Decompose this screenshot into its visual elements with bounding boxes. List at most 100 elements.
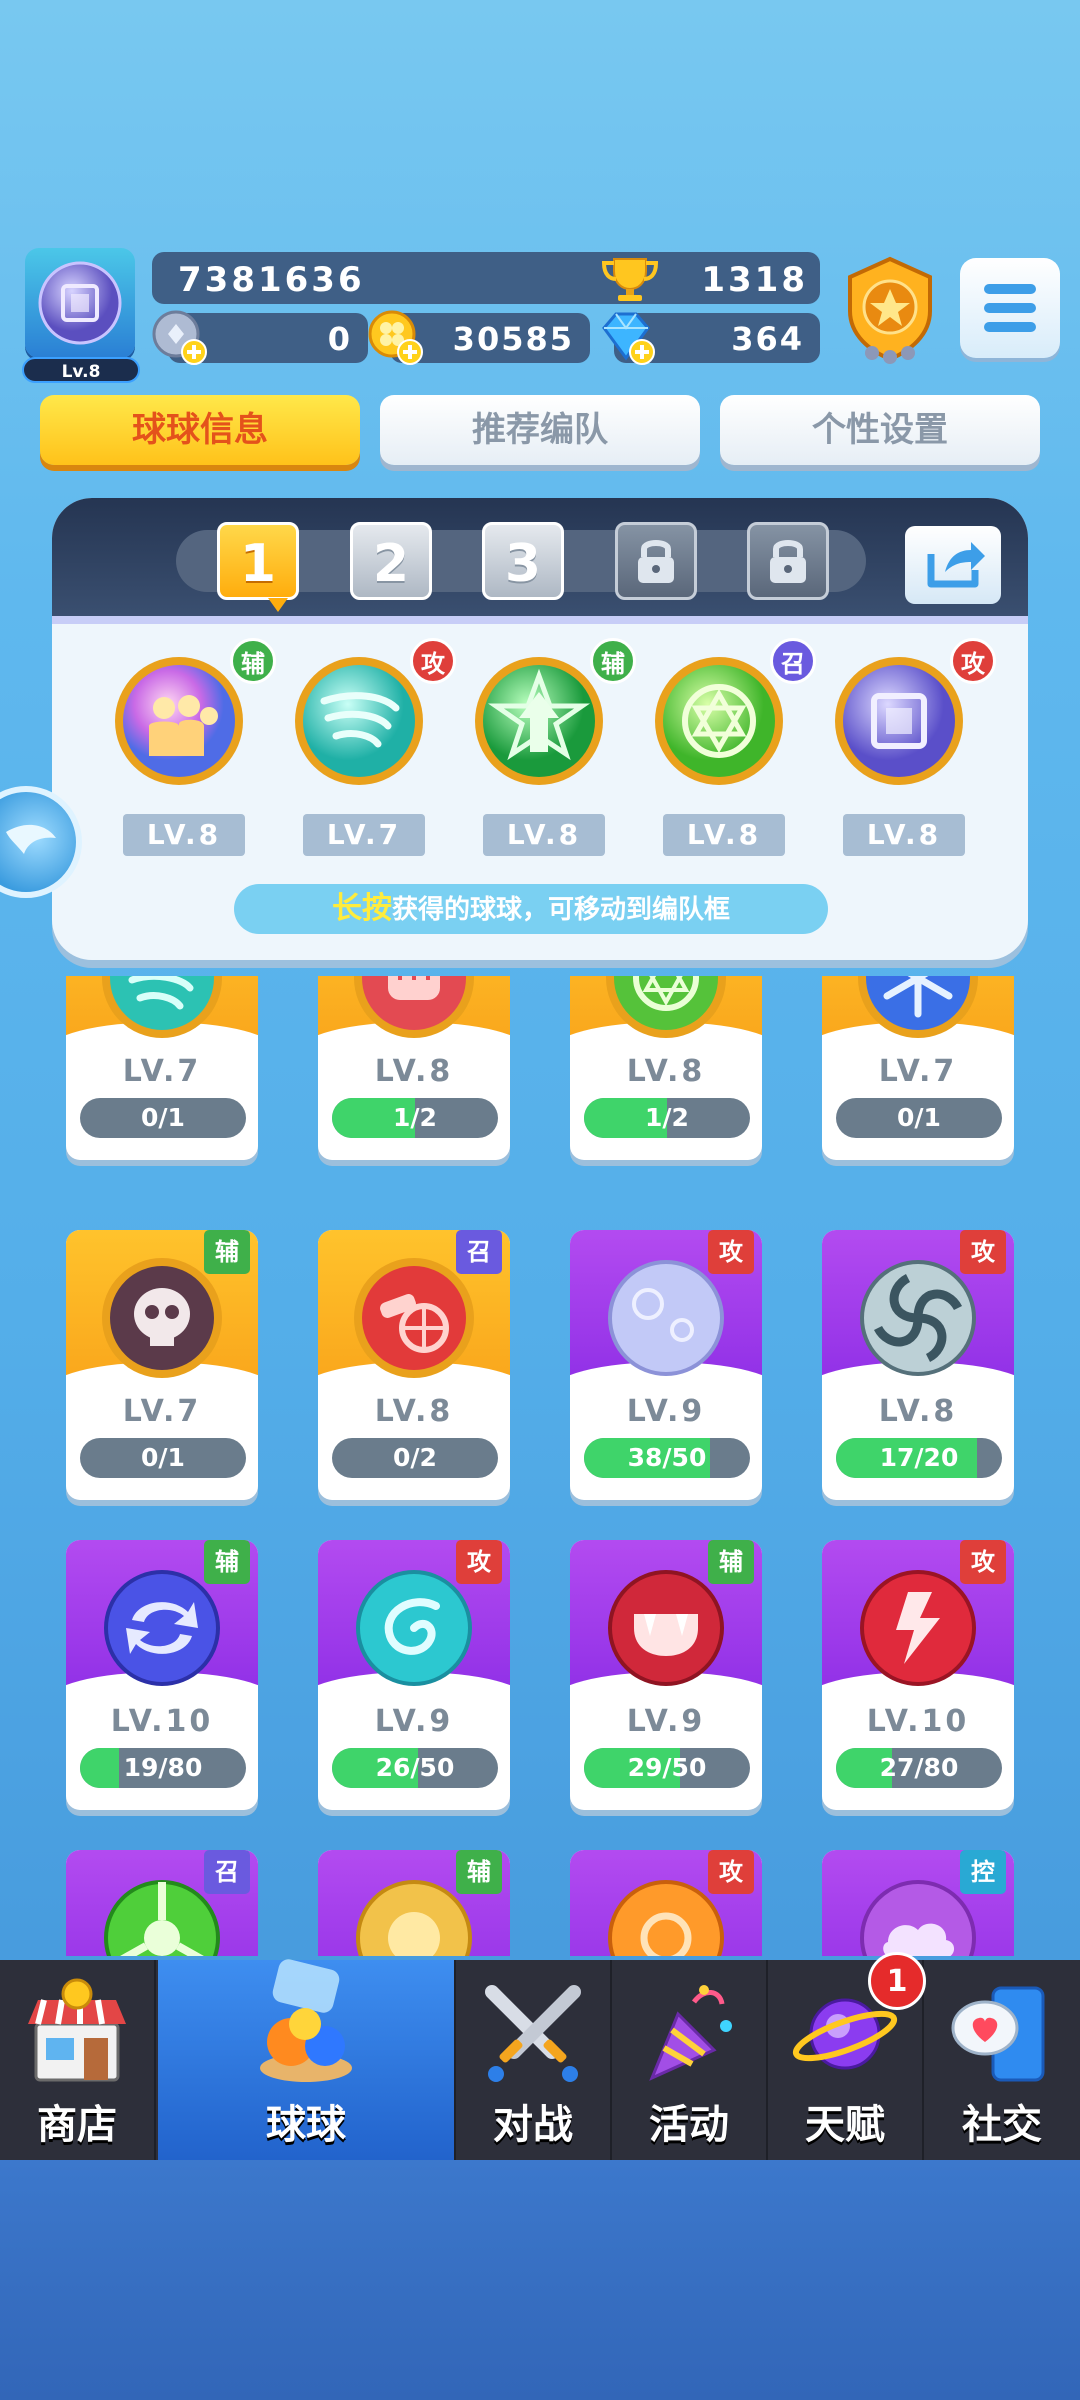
tab-ball-info[interactable]: 球球信息: [40, 395, 360, 465]
ball-card[interactable]: 攻 LV.9 26/50: [318, 1540, 510, 1810]
card-tag: 攻: [708, 1850, 754, 1894]
card-tag: 攻: [708, 1230, 754, 1274]
card-level: LV.9: [374, 1704, 454, 1739]
card-level: LV.10: [866, 1704, 970, 1739]
silver-coin-plus-icon[interactable]: [150, 306, 210, 368]
balls-jar-icon: [260, 1959, 352, 2082]
nav-shop[interactable]: 商店: [0, 1960, 156, 2160]
shop-icon: [28, 1978, 126, 2082]
team-ball-2-tag: 攻: [410, 638, 456, 684]
bottom-background: [0, 2160, 1080, 2400]
card-tag: 召: [456, 1230, 502, 1274]
card-progress: 26/50: [332, 1748, 498, 1788]
menu-button[interactable]: [960, 258, 1060, 358]
ball-card[interactable]: LV.8 1/2: [318, 976, 510, 1160]
lock-icon: [638, 540, 674, 583]
nav-events-label: 活动: [649, 2102, 729, 2148]
formation-header: 1 2 3: [52, 498, 1028, 624]
ball-card[interactable]: 召: [66, 1850, 258, 1956]
team-ball-5-tag: 攻: [950, 638, 996, 684]
side-float-button[interactable]: [0, 786, 82, 898]
hint-highlight: 长按: [331, 891, 392, 926]
gem-value: 364: [731, 320, 804, 358]
ball-card[interactable]: 辅: [318, 1850, 510, 1956]
nav-social[interactable]: 社交: [924, 1960, 1080, 2160]
card-progress: 1/2: [332, 1098, 498, 1138]
card-progress: 27/80: [836, 1748, 1002, 1788]
ball-card[interactable]: 攻 LV.9 38/50: [570, 1230, 762, 1500]
card-tag: 辅: [204, 1230, 250, 1274]
team-ball-3-level: LV.8: [483, 814, 605, 856]
card-tag: 辅: [204, 1540, 250, 1584]
ball-card[interactable]: LV.7 0/1: [66, 976, 258, 1160]
ball-card[interactable]: 攻 LV.10 27/80: [822, 1540, 1014, 1810]
formation-slot-3[interactable]: 3: [482, 522, 564, 600]
trophy-count: 1318: [701, 260, 808, 300]
ball-card[interactable]: 辅 LV.10 19/80: [66, 1540, 258, 1810]
share-icon: [927, 542, 985, 588]
crossed-swords-icon: [485, 1985, 581, 2082]
nav-shop-label: 商店: [37, 2102, 117, 2148]
ball-card[interactable]: 辅 LV.9 29/50: [570, 1540, 762, 1810]
social-chat-icon: [951, 1986, 1045, 2082]
tab-personal-settings[interactable]: 个性设置: [720, 395, 1040, 465]
avatar-ball-icon: [38, 261, 122, 345]
fist-ball-icon: [354, 976, 474, 1038]
ball-card[interactable]: LV.8 1/2: [570, 976, 762, 1160]
team-ball-4-tag: 召: [770, 638, 816, 684]
card-level: LV.8: [374, 1394, 454, 1429]
card-progress: 19/80: [80, 1748, 246, 1788]
formation-slot-locked-4[interactable]: [615, 522, 697, 600]
ball-card[interactable]: 控: [822, 1850, 1014, 1956]
ball-card[interactable]: LV.7 0/1: [822, 976, 1014, 1160]
card-tag: 攻: [960, 1230, 1006, 1274]
side-float-icon: [6, 824, 56, 854]
ball-card[interactable]: 攻: [570, 1850, 762, 1956]
card-level: LV.7: [878, 1054, 958, 1089]
card-level: LV.8: [878, 1394, 958, 1429]
nav-battle[interactable]: 对战: [456, 1960, 612, 2160]
trophy-icon: [601, 258, 659, 301]
hint-text: 获得的球球，可移动到编队框: [391, 895, 730, 925]
card-progress: 0/1: [836, 1098, 1002, 1138]
card-tag: 召: [204, 1850, 250, 1894]
team-ball-1-tag: 辅: [230, 638, 276, 684]
tab-recommended-team[interactable]: 推荐编队: [380, 395, 700, 465]
formation-slot-2[interactable]: 2: [350, 522, 432, 600]
card-tag: 控: [960, 1850, 1006, 1894]
card-level: LV.9: [626, 1704, 706, 1739]
ball-card[interactable]: 辅 LV.7 0/1: [66, 1230, 258, 1500]
nav-talent-label: 天赋: [805, 2102, 885, 2148]
card-level: LV.10: [110, 1704, 214, 1739]
player-level: Lv.8: [22, 357, 140, 383]
gem-plus-icon[interactable]: [596, 306, 658, 368]
player-avatar[interactable]: [25, 248, 135, 358]
silver-coin-value: 0: [327, 320, 352, 358]
nav-balls-label: 球球: [266, 2102, 346, 2148]
card-progress: 0/2: [332, 1438, 498, 1478]
share-button[interactable]: [905, 526, 1001, 604]
team-ball-4-level: LV.8: [663, 814, 785, 856]
card-tag: 攻: [456, 1540, 502, 1584]
nav-events[interactable]: 活动: [612, 1960, 768, 2160]
clover-coin-plus-icon[interactable]: [366, 306, 426, 368]
card-level: LV.8: [626, 1054, 706, 1089]
rank-badge-icon[interactable]: [838, 255, 942, 367]
snowflake-ball-icon: [858, 976, 978, 1038]
card-progress: 1/2: [584, 1098, 750, 1138]
card-tag: 辅: [456, 1850, 502, 1894]
team-ball-5-level: LV.8: [843, 814, 965, 856]
ball-card[interactable]: 攻 LV.8 17/20: [822, 1230, 1014, 1500]
card-progress: 17/20: [836, 1438, 1002, 1478]
nav-balls[interactable]: 球球: [158, 1959, 456, 2160]
formation-slot-locked-5[interactable]: [747, 522, 829, 600]
active-slot-pointer-icon: [268, 598, 288, 612]
lock-icon: [770, 540, 806, 583]
score-value: 7381636: [178, 260, 365, 300]
formation-slot-1[interactable]: 1: [217, 522, 299, 600]
card-progress: 0/1: [80, 1438, 246, 1478]
card-level: LV.9: [626, 1394, 706, 1429]
card-tag: 辅: [708, 1540, 754, 1584]
card-level: LV.7: [122, 1394, 202, 1429]
ball-card[interactable]: 召 LV.8 0/2: [318, 1230, 510, 1500]
